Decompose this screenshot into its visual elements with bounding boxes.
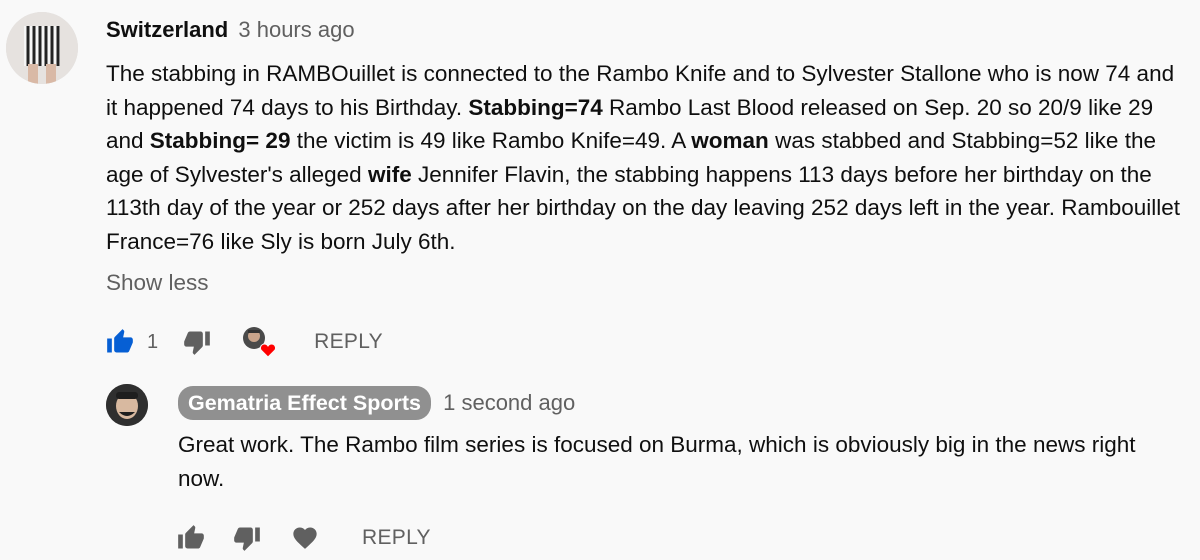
comment-text: The stabbing in RAMBOuillet is connected…	[106, 57, 1191, 258]
reply-header: Gematria Effect Sports 1 second ago	[178, 386, 575, 420]
comment-text-bold: Stabbing=74	[468, 94, 603, 120]
reply-button[interactable]: REPLY	[362, 526, 431, 550]
thumbs-down-icon[interactable]	[182, 327, 212, 357]
avatar-image	[6, 12, 78, 84]
reply-timestamp[interactable]: 1 second ago	[443, 390, 575, 415]
comment-text-bold: Stabbing= 29	[149, 128, 291, 153]
show-less-button[interactable]: Show less	[106, 270, 209, 296]
like-count: 1	[147, 330, 159, 353]
reply-text: Great work. The Rambo film series is foc…	[178, 432, 1136, 491]
avatar-image	[106, 384, 148, 426]
reply-author-avatar[interactable]	[106, 384, 148, 426]
creator-heart-badge	[242, 325, 277, 359]
comment-header: Switzerland 3 hours ago	[106, 15, 355, 45]
comment-author[interactable]: Switzerland	[106, 17, 228, 42]
commenter-avatar[interactable]	[6, 12, 78, 84]
heart-icon[interactable]	[290, 523, 320, 553]
comment-actions: 1 REPLY	[105, 325, 383, 359]
reply-button[interactable]: REPLY	[314, 330, 383, 354]
comment-timestamp[interactable]: 3 hours ago	[238, 17, 354, 42]
reply-actions: REPLY	[176, 523, 431, 553]
creator-author-chip[interactable]: Gematria Effect Sports	[178, 386, 431, 420]
thumbs-down-icon[interactable]	[232, 523, 262, 553]
thumbs-up-icon[interactable]	[176, 523, 206, 553]
comment-text-bold: woman	[691, 128, 769, 153]
comment-text-segment: the victim is 49 like Rambo Knife=49. A	[290, 128, 692, 153]
thumbs-up-icon[interactable]	[105, 327, 135, 357]
comment-text-bold: wife	[367, 161, 412, 187]
